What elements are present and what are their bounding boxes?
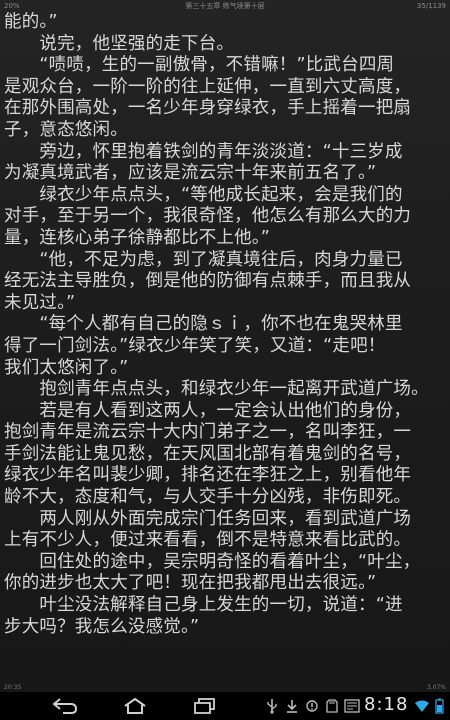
text-line: 在那外围高处，一名少年身穿绿衣，手上摇着一把扇 <box>4 98 412 119</box>
text-line: 手剑法能让鬼见愁，在天风国北部有着鬼剑的名号， <box>4 443 412 464</box>
recent-apps-icon <box>194 698 215 714</box>
text-line: 我们太悠闲了。” <box>4 357 129 378</box>
back-arrow-icon <box>52 698 78 714</box>
text-line: 若是有人看到这两人，一定会认出他们的身份， <box>4 400 412 421</box>
screenshot-icon <box>344 699 360 713</box>
recent-apps-button[interactable] <box>188 696 222 716</box>
chapter-text: 能的。” 说完，他坚强的走下台。 “啧啧，生的一副傲骨，不错嘛！”比武台四周 是观… <box>4 12 450 638</box>
text-line: 子，意态悠闲。 <box>4 119 128 140</box>
battery-status[interactable] <box>432 696 446 716</box>
download-icon <box>287 700 297 713</box>
text-line: 绿衣少年名叫裴少卿，排名还在李狂之上，别看他年 <box>4 465 412 486</box>
text-line: 你的进步也太大了吧！现在把我都甩出去很远。” <box>4 573 377 594</box>
reader-header: 20% 第三十五章 练气境第十层 35/1139 <box>0 0 450 12</box>
download-status[interactable] <box>284 696 300 716</box>
text-line: 抱剑青年是流云宗十大内门弟子之一，名叫李狂，一 <box>4 422 412 443</box>
text-line: 得了一门剑法。”绿衣少年笑了笑，又道：“走吧！ <box>4 335 386 356</box>
text-line: 叶尘没法解释自己身上发生的一切，说道：“进 <box>4 595 403 616</box>
system-clock[interactable]: 8:18 <box>364 694 408 715</box>
time-left: 20:35 <box>4 684 22 691</box>
text-line: 经无法主导胜负，倒是他的防御有点棘手，而且我从 <box>4 271 412 292</box>
text-line: “啧啧，生的一副傲骨，不错嘛！”比武台四周 <box>4 55 395 76</box>
text-line: 能的。” <box>4 12 58 32</box>
text-line: 是观众台，一阶一阶的往上延伸，一直到六丈高度， <box>4 76 412 97</box>
text-line: 龄不大，态度和气，与人交手十分凶残，非伤即死。 <box>4 487 412 508</box>
text-line: 绿衣少年点点头，“等他成长起来，会是我们的 <box>4 184 403 205</box>
text-line: “他，不足为虑，到了凝真境往后，肉身力量已 <box>4 249 403 270</box>
home-icon <box>124 697 146 714</box>
text-line: 说完，他坚强的走下台。 <box>4 33 235 54</box>
text-line: “每个人都有自己的隐ｓｉ，你不也在鬼哭林里 <box>4 314 403 335</box>
sd-card-icon <box>326 699 338 713</box>
system-navigation-bar: 8:18 <box>0 692 450 720</box>
chapter-title: 第三十五章 练气境第十层 <box>185 2 265 10</box>
home-button[interactable] <box>118 696 152 716</box>
text-line: 回住处的途中，吴宗明奇怪的看着叶尘，“叶尘， <box>4 551 421 572</box>
text-line: 为凝真境武者，应该是流云宗十年来前五名了。” <box>4 163 377 184</box>
text-line: 两人刚从外面完成宗门任务回来，看到武道广场 <box>4 508 412 529</box>
usb-icon <box>267 699 277 714</box>
back-button[interactable] <box>48 696 82 716</box>
text-line: 未见过。” <box>4 292 76 313</box>
read-percent: 3.07% <box>426 684 446 691</box>
sd-card-status[interactable] <box>324 696 340 716</box>
text-line: 旁边，怀里抱着铁剑的青年淡淡道：“十三岁成 <box>4 141 403 162</box>
usb-status[interactable] <box>264 696 280 716</box>
text-line: 抱剑青年点点头，和绿衣少年一起离开武道广场。 <box>4 379 429 400</box>
wifi-icon <box>415 700 429 712</box>
text-line: 对手，至于另一个，我很奇怪，他怎么有那么大的力 <box>4 206 412 227</box>
notification-icon <box>306 700 318 712</box>
reader-footer: 20:35 3.07% <box>0 684 450 692</box>
battery-icon <box>434 698 444 714</box>
reader-page[interactable]: 20% 第三十五章 练气境第十层 35/1139 能的。” 说完，他坚强的走下台… <box>0 0 450 692</box>
text-line: 量，连核心弟子徐静都比不上他。” <box>4 227 271 248</box>
screenshot-status[interactable] <box>342 696 362 716</box>
text-line: 步大吗？我怎么没感觉。” <box>4 616 200 637</box>
wifi-status[interactable] <box>414 696 430 716</box>
notification-status[interactable] <box>304 696 320 716</box>
page-progress: 35/1139 <box>416 2 446 10</box>
text-line: 上有不少人，便过来看看，倒不是特意来看比武的。 <box>4 530 412 551</box>
